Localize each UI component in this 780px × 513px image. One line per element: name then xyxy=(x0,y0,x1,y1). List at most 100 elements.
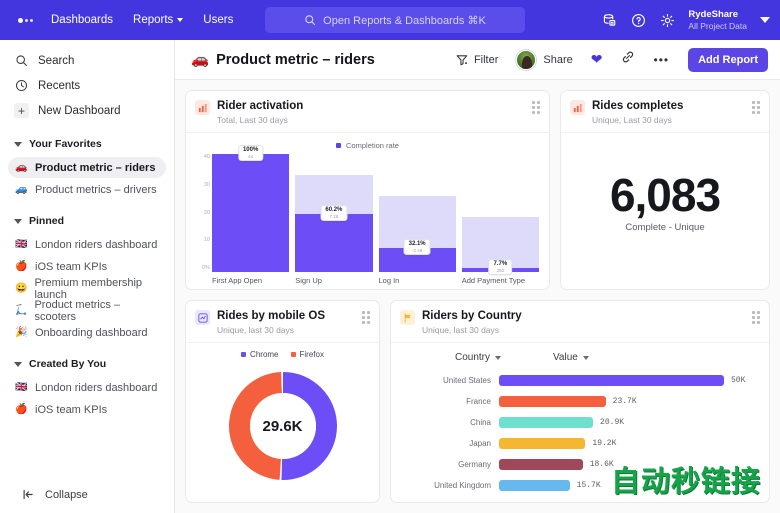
card-title: Rider activation xyxy=(217,100,304,112)
drag-handle-icon[interactable] xyxy=(362,309,370,324)
more-options-icon[interactable]: ••• xyxy=(654,53,670,67)
sidebar-item-label: London riders dashboard xyxy=(35,381,158,394)
nav-item-reports[interactable]: Reports xyxy=(133,14,184,26)
database-icon[interactable] xyxy=(601,12,617,28)
funnel-category-label: First App Open xyxy=(212,276,263,285)
bar-container: 23.7K xyxy=(499,396,757,408)
card-riders-by-country: Riders by Country Unique, last 30 days C… xyxy=(390,300,770,503)
sidebar-item-recents[interactable]: Recents xyxy=(0,73,174,98)
section-title: Pinned xyxy=(29,215,65,227)
sidebar-section-your-favorites[interactable]: Your Favorites xyxy=(0,132,174,156)
table-row[interactable]: Germany 18.6K xyxy=(403,454,757,475)
table-row[interactable]: France 23.7K xyxy=(403,391,757,412)
org-switcher[interactable]: RydeShare All Project Data xyxy=(688,9,747,32)
funnel-track: 7.7% 282 xyxy=(461,217,539,275)
column-header-value[interactable]: Value xyxy=(553,352,589,363)
gear-icon[interactable] xyxy=(659,12,675,28)
plus-icon: + xyxy=(14,103,29,118)
favorite-heart-icon[interactable]: ❤ xyxy=(591,51,603,68)
country-bar xyxy=(499,396,606,408)
funnel-subvalue: 7.28 xyxy=(329,213,339,219)
country-table: Country Value United States 50K France 23.7… xyxy=(391,343,769,502)
funnel-column[interactable]: 32.1% -2.46 Log In xyxy=(378,154,456,285)
help-circle-icon[interactable] xyxy=(630,12,646,28)
share-button[interactable]: Share xyxy=(516,49,573,70)
funnel-percent: 100% xyxy=(242,147,259,154)
org-name: RydeShare xyxy=(688,8,739,20)
flag-icon: 🇬🇧 xyxy=(15,382,28,393)
funnel-bar: 100% 44 xyxy=(212,145,290,272)
link-icon[interactable] xyxy=(621,50,635,69)
nav-label: Dashboards xyxy=(51,14,114,26)
sidebar-item-new-dashboard[interactable]: + New Dashboard xyxy=(0,98,174,123)
sidebar-item-london-riders-dashboard[interactable]: 🇬🇧 London riders dashboard xyxy=(8,234,166,255)
sidebar-item-search[interactable]: Search xyxy=(0,48,174,73)
chevron-down-icon[interactable] xyxy=(760,17,770,23)
sidebar-item-label: iOS team KPIs xyxy=(35,260,108,273)
sidebar-item-ios-team-kpis[interactable]: 🍎 iOS team KPIs xyxy=(8,256,166,277)
funnel-column[interactable]: 100% 44 First App Open xyxy=(212,145,290,285)
funnel-percent: 32.1% xyxy=(408,240,426,247)
add-report-button[interactable]: Add Report xyxy=(688,47,768,72)
table-row[interactable]: United Kingdom 15.7K xyxy=(403,475,757,496)
nav-item-users[interactable]: Users xyxy=(203,14,233,26)
app-logo[interactable] xyxy=(12,17,33,23)
drag-handle-icon[interactable] xyxy=(752,99,760,114)
column-header-country[interactable]: Country xyxy=(403,352,553,363)
sidebar-item-premium-membership-launch[interactable]: 😀 Premium membership launch xyxy=(8,276,166,301)
sidebar-item-product-metric-riders[interactable]: 🚗 Product metric – riders xyxy=(8,157,166,178)
funnel-data-label: 60.2% 7.28 xyxy=(320,204,348,221)
country-name: France xyxy=(466,397,491,407)
sidebar-item-product-metrics-drivers[interactable]: 🚙 Product metrics – drivers xyxy=(8,179,166,200)
avatar xyxy=(516,49,537,70)
flag-icon: 🇬🇧 xyxy=(15,239,28,250)
filter-label: Filter xyxy=(473,53,499,66)
country-name: United States xyxy=(442,376,491,386)
country-value: 20.9K xyxy=(600,418,625,428)
chevron-down-icon xyxy=(177,18,184,22)
funnel-bar: 7.7% 282 xyxy=(461,258,539,275)
bar-container: 19.2K xyxy=(499,438,757,450)
sidebar-item-created-london-riders-dashboard[interactable]: 🇬🇧 London riders dashboard xyxy=(8,377,166,398)
funnel-subvalue: -2.46 xyxy=(411,247,423,253)
funnel-bar: 32.1% -2.46 xyxy=(378,238,456,272)
country-bar xyxy=(499,375,724,387)
drag-handle-icon[interactable] xyxy=(752,309,760,324)
table-row[interactable]: Japan 19.2K xyxy=(403,433,757,454)
card-header: Riders by Country Unique, last 30 days xyxy=(391,301,769,344)
search-icon xyxy=(14,54,29,67)
country-bar xyxy=(499,438,586,450)
country-value: 50K xyxy=(731,376,746,386)
nav-label: Reports xyxy=(133,14,174,26)
sidebar-item-onboarding-dashboard[interactable]: 🎉 Onboarding dashboard xyxy=(8,322,166,343)
country-name: Japan xyxy=(469,439,491,449)
sidebar-item-label: London riders dashboard xyxy=(35,238,158,251)
car-icon: 🚗 xyxy=(191,52,210,68)
funnel-bar: 60.2% 7.28 xyxy=(295,204,373,272)
legend-swatch xyxy=(241,352,247,358)
table-row[interactable]: United States 50K xyxy=(403,370,757,391)
sidebar-section-created-by-you[interactable]: Created By You xyxy=(0,352,174,376)
sidebar-item-created-ios-team-kpis[interactable]: 🍎 iOS team KPIs xyxy=(8,399,166,420)
table-row[interactable]: China 20.9K xyxy=(403,412,757,433)
global-search-input[interactable]: Open Reports & Dashboards ⌘K xyxy=(265,7,525,33)
filter-button[interactable]: Filter xyxy=(455,53,498,67)
nav-label: Users xyxy=(203,14,234,26)
sidebar: Search Recents + New Dashboard Your Favo… xyxy=(0,40,175,513)
funnel-column[interactable]: 60.2% 7.28 Sign Up xyxy=(295,154,373,285)
country-name: China xyxy=(470,418,491,428)
sidebar-section-pinned[interactable]: Pinned xyxy=(0,209,174,233)
drag-handle-icon[interactable] xyxy=(532,99,540,114)
country-name: Germany xyxy=(458,460,491,470)
card-header: Rides completes Unique, Last 30 days xyxy=(561,91,769,134)
funnel-column[interactable]: 7.7% 282 Add Payment Type xyxy=(461,154,539,285)
y-tick: 10 xyxy=(203,237,210,244)
sidebar-item-label: Onboarding dashboard xyxy=(35,326,148,339)
sidebar-collapse-button[interactable]: Collapse xyxy=(0,488,174,501)
sidebar-item-product-metrics-scooters[interactable]: 🛴 Product metrics – scooters xyxy=(8,299,166,323)
apple-icon: 🍎 xyxy=(15,261,28,272)
chevron-down-icon xyxy=(14,141,22,147)
nav-item-dashboards[interactable]: Dashboards xyxy=(51,14,113,26)
table-rows: United States 50K France 23.7K China 20.9K Jap… xyxy=(403,370,757,496)
sidebar-item-label: Premium membership launch xyxy=(34,276,143,301)
